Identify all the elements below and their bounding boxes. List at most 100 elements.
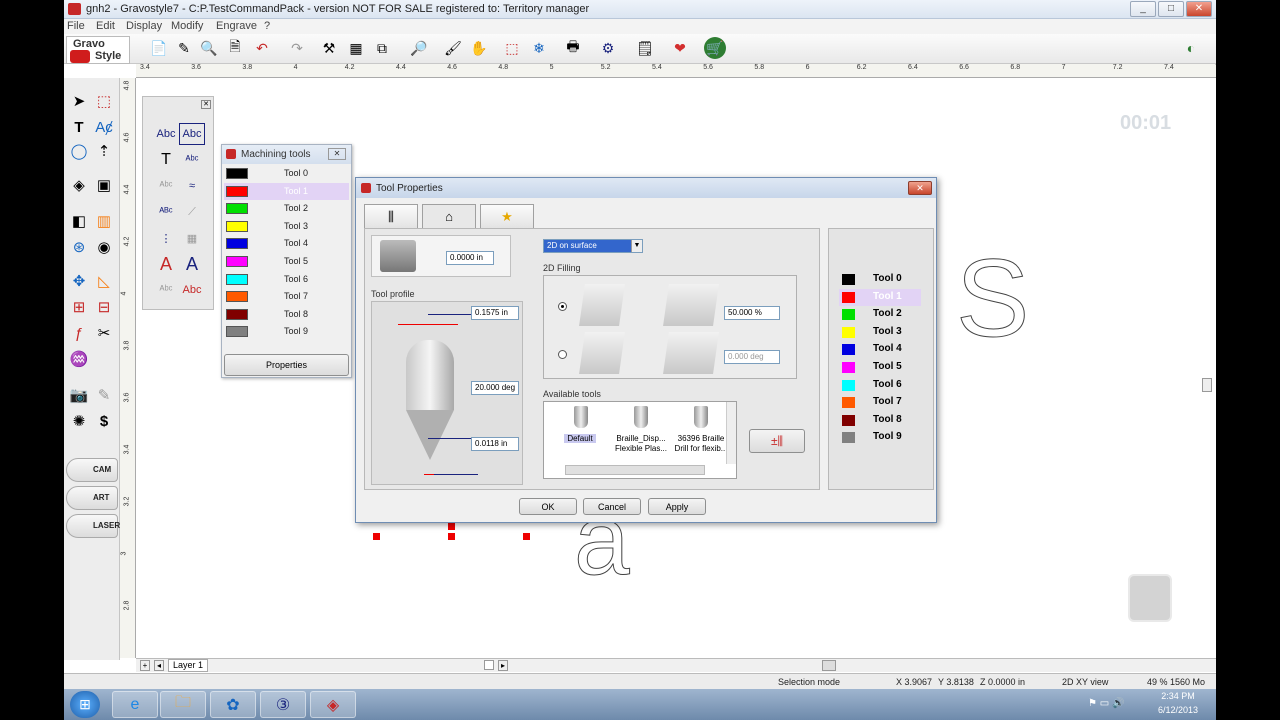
cube-icon[interactable]: ◧ — [68, 210, 90, 232]
table-icon[interactable]: ▦ — [345, 37, 367, 59]
scroll-right-icon[interactable]: ▸ — [498, 660, 508, 671]
stamp-icon[interactable]: ✂ — [93, 322, 115, 344]
cart-icon[interactable]: 🛒 — [704, 37, 726, 59]
ok-button[interactable]: OK — [519, 498, 577, 515]
tool-list-row[interactable]: Tool 6 — [839, 377, 921, 395]
text-style-1[interactable]: Abc — [153, 123, 179, 145]
overlap-input[interactable]: 50.000 % — [724, 306, 780, 320]
machining-tool-row[interactable]: Tool 4 — [224, 235, 349, 253]
maximize-button[interactable]: □ — [1158, 1, 1184, 17]
minimize-button[interactable]: _ — [1130, 1, 1156, 17]
text-vertical-icon[interactable]: ⋮ — [153, 227, 179, 249]
open-icon[interactable]: ✎ — [173, 37, 195, 59]
text-slant-icon[interactable]: ⟋ — [179, 201, 205, 223]
text-shadow-icon[interactable]: A — [179, 253, 205, 275]
tool-list-row[interactable]: Tool 3 — [839, 324, 921, 342]
tool-list-row[interactable]: Tool 8 — [839, 412, 921, 430]
tip-input[interactable]: 0.0118 in — [471, 437, 519, 451]
angle-input[interactable]: 20.000 deg — [471, 381, 519, 395]
move-icon[interactable]: ✥ — [68, 270, 90, 292]
camera-icon[interactable]: 📷 — [68, 384, 90, 406]
machining-close-icon[interactable]: ✕ — [328, 148, 346, 160]
machining-tool-row[interactable]: Tool 9 — [224, 323, 349, 341]
pointer-icon[interactable]: ➤ — [68, 90, 90, 112]
machine-icon[interactable]: ⚙ — [597, 37, 619, 59]
available-tool-item[interactable]: Default — [552, 404, 610, 462]
tool-list-row[interactable]: Tool 9 — [839, 429, 921, 447]
machining-tool-row[interactable]: Tool 8 — [224, 306, 349, 324]
tool-list-row[interactable]: Tool 2 — [839, 306, 921, 324]
add-remove-tool-button[interactable]: ±⫼ — [749, 429, 805, 453]
text-arc-icon[interactable]: ᴬᵇᶜ — [153, 175, 179, 197]
shapes-icon[interactable]: ◯ — [68, 140, 90, 162]
machining-tool-row[interactable]: Tool 5 — [224, 253, 349, 271]
text-frame-icon[interactable]: T — [153, 149, 179, 171]
notes-icon[interactable]: 🗒 — [634, 37, 656, 59]
dollar-icon[interactable]: $ — [93, 410, 115, 432]
available-scrollbar[interactable] — [726, 402, 736, 464]
text-grid-icon[interactable]: ▦ — [179, 227, 205, 249]
layers-icon[interactable]: ⧉ — [371, 37, 393, 59]
horizontal-scroll-thumb[interactable] — [822, 660, 836, 671]
tool-list-row[interactable]: Tool 1 — [839, 288, 921, 307]
select-icon[interactable]: ⬚ — [501, 37, 523, 59]
tools-icon[interactable]: ⚒ — [318, 37, 340, 59]
barcode-icon[interactable]: ▥ — [93, 210, 115, 232]
color-wheel-icon[interactable]: ✺ — [68, 410, 90, 432]
laser-mode-button[interactable]: LASER — [66, 514, 120, 538]
selection-handle[interactable] — [523, 533, 530, 540]
grid-icon[interactable]: ▣ — [93, 174, 115, 196]
filling-radio-1[interactable] — [558, 302, 567, 311]
art-text-icon[interactable]: Aȼ — [93, 116, 115, 138]
arrow-up-icon[interactable]: ⇡ — [93, 140, 115, 162]
available-tool-item[interactable]: Braille_Disp... Flexible Plas... — [612, 404, 670, 462]
menu-edit[interactable]: Edit — [96, 20, 115, 32]
hand-icon[interactable]: ✋ — [468, 37, 490, 59]
hatch-angle-input[interactable]: 0.000 deg — [724, 350, 780, 364]
tool-list-row[interactable]: Tool 7 — [839, 394, 921, 412]
text-wave-icon[interactable]: ≈ — [179, 175, 205, 197]
machining-tool-row[interactable]: Tool 7 — [224, 288, 349, 306]
machining-tool-row[interactable]: Tool 6 — [224, 271, 349, 289]
tab-tool[interactable]: ⫼ — [364, 204, 418, 228]
app-flower-icon[interactable]: ✿ — [210, 691, 256, 718]
scroll-left-icon[interactable]: ◂ — [154, 660, 164, 671]
offset-input[interactable]: 0.0000 in — [446, 251, 494, 265]
diameter-input[interactable]: 0.1575 in — [471, 306, 519, 320]
selection-handle[interactable] — [448, 523, 455, 530]
art-mode-button[interactable]: ART — [66, 486, 118, 510]
brush-icon[interactable]: 🖌 — [442, 37, 464, 59]
available-tool-item[interactable]: 36396 Braille Drill for flexib... — [672, 404, 730, 462]
distribute-icon[interactable]: ⊟ — [93, 296, 115, 318]
heart-icon[interactable]: ❤ — [669, 37, 691, 59]
tool-list-row[interactable]: Tool 4 — [839, 341, 921, 359]
menu-help[interactable]: ? — [264, 20, 270, 32]
menu-file[interactable]: File — [67, 20, 85, 32]
app-3-icon[interactable]: ③ — [260, 691, 306, 718]
machining-tool-row[interactable]: Tool 2 — [224, 200, 349, 218]
magnify-icon[interactable]: 🔎 — [408, 37, 430, 59]
tray-icons[interactable]: ⚑ ▭ 🔊 — [1088, 698, 1124, 709]
redo-icon[interactable]: ↷ — [286, 37, 308, 59]
cancel-button[interactable]: Cancel — [583, 498, 641, 515]
machining-tool-row[interactable]: Tool 1 — [224, 182, 349, 201]
selection-handle[interactable] — [373, 533, 380, 540]
cam-mode-button[interactable]: CAM — [66, 458, 118, 482]
mode-select[interactable]: 2D on surface — [543, 239, 643, 253]
machining-tool-row[interactable]: Tool 0 — [224, 165, 349, 183]
close-button[interactable]: ✕ — [1186, 1, 1212, 17]
drop-icon[interactable]: ♒ — [68, 348, 90, 370]
tab-machine[interactable]: ⌂ — [422, 204, 476, 228]
folder-icon[interactable]: 🗀 — [160, 691, 206, 718]
filling-radio-2[interactable] — [558, 350, 567, 359]
text-curve-icon[interactable]: ᴬᵇᶜ — [179, 149, 205, 171]
zoom-icon[interactable]: 🔍 — [198, 37, 220, 59]
tool-list-row[interactable]: Tool 5 — [839, 359, 921, 377]
dialog-close-button[interactable]: ✕ — [908, 181, 932, 195]
vertical-scroll-thumb[interactable] — [1202, 378, 1212, 392]
menu-engrave[interactable]: Engrave — [216, 20, 257, 32]
text-stack-icon[interactable]: Abc — [179, 279, 205, 301]
text-bend-icon[interactable]: ᴬᵇᶜ — [153, 279, 179, 301]
available-hscroll[interactable] — [565, 465, 705, 475]
wrench-icon[interactable]: ✎ — [93, 384, 115, 406]
